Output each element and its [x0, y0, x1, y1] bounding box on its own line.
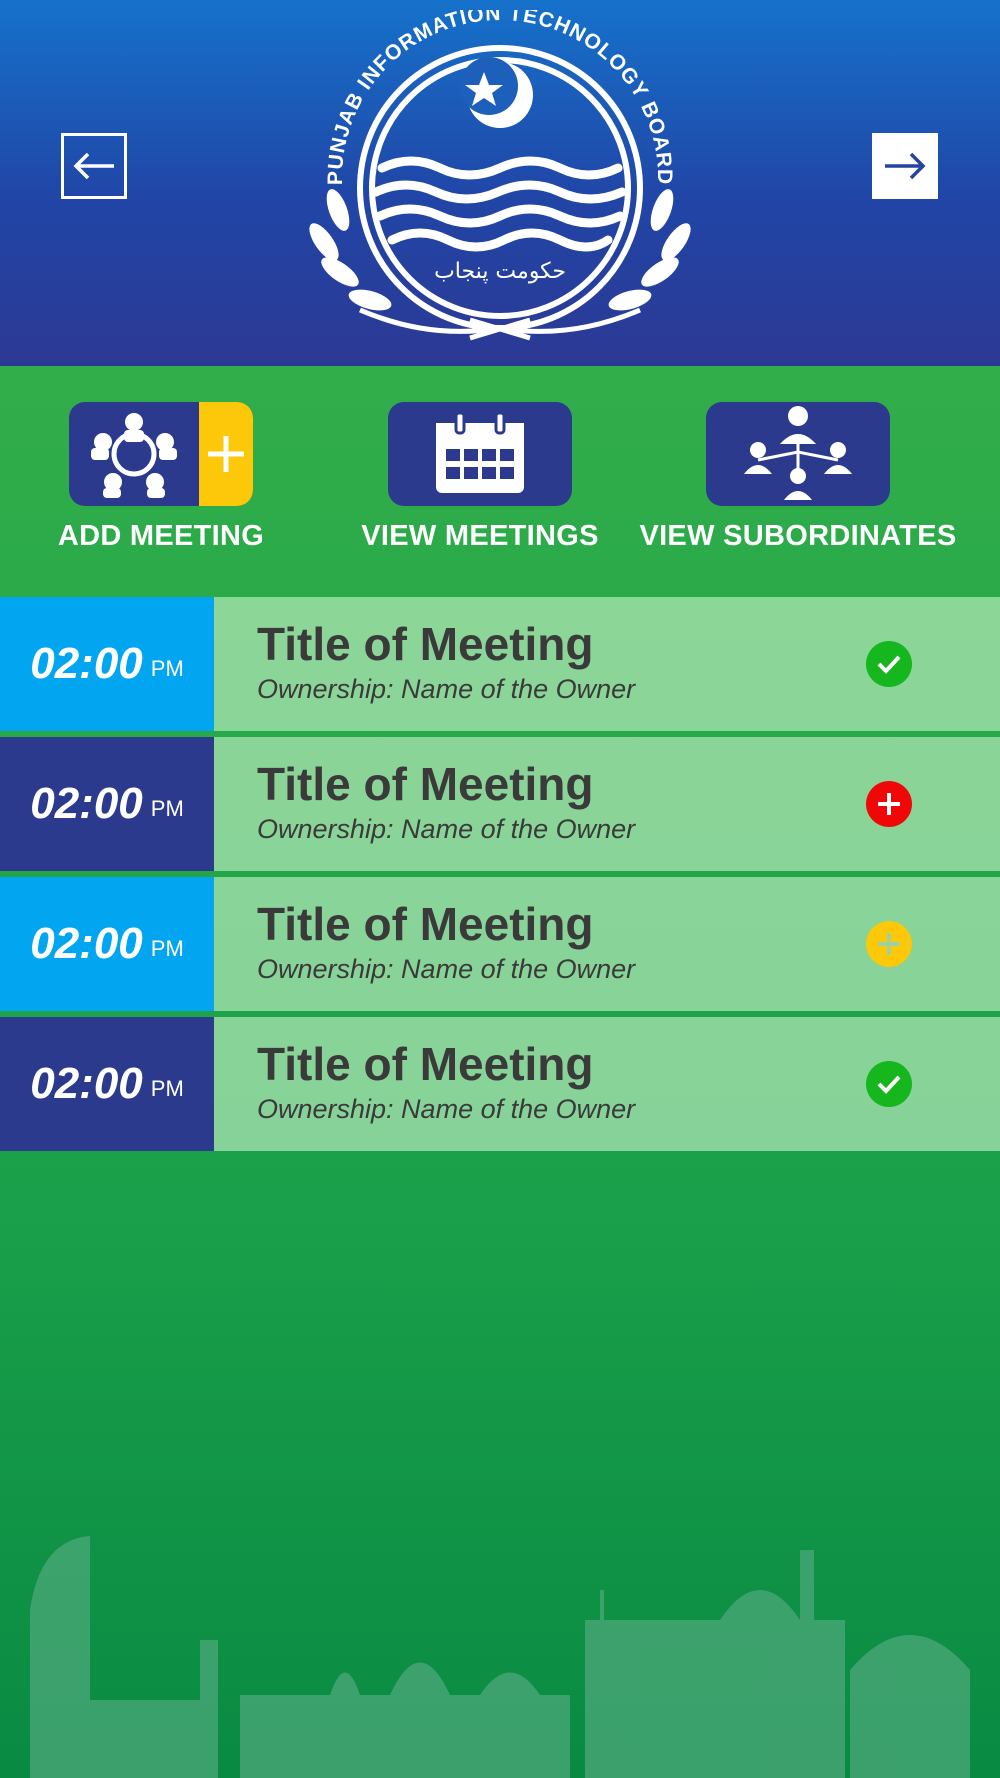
view-meetings-button[interactable]: VIEW MEETINGS — [350, 402, 610, 562]
logo-urdu-text: حکومت پنجاب — [434, 259, 566, 284]
meeting-time: 02:00 PM — [0, 877, 214, 1011]
meeting-time: 02:00 PM — [0, 1017, 214, 1151]
time-value: 02:00 — [30, 1059, 143, 1108]
meeting-title: Title of Meeting — [257, 758, 594, 810]
meeting-owner: Ownership: Name of the Owner — [257, 814, 636, 844]
add-meeting-tile — [69, 402, 253, 506]
add-meeting-label: ADD MEETING — [57, 520, 265, 552]
add-meeting-icon — [91, 413, 177, 498]
time-value: 02:00 — [30, 919, 143, 968]
header: PUNJAB INFORMATION TECHNOLOGY BOARD حکوم… — [0, 0, 1000, 366]
status-check-icon — [866, 641, 912, 687]
status-plus-icon — [866, 781, 912, 827]
forward-button[interactable] — [872, 133, 938, 199]
time-ampm: PM — [150, 796, 184, 821]
plus-icon — [208, 436, 244, 472]
view-meetings-label: VIEW MEETINGS — [361, 520, 599, 552]
action-bar: ADD MEETING VIEW MEETINGS VIEW SUBORDINA… — [0, 366, 1000, 596]
meeting-row[interactable]: 02:00 PM Title of Meeting Ownership: Nam… — [0, 737, 1000, 871]
meeting-time: 02:00 PM — [0, 597, 214, 731]
meeting-time: 02:00 PM — [0, 737, 214, 871]
time-ampm: PM — [150, 1076, 184, 1101]
back-button[interactable] — [61, 133, 127, 199]
meeting-row[interactable]: 02:00 PM Title of Meeting Ownership: Nam… — [0, 1017, 1000, 1151]
meeting-info: Title of Meeting Ownership: Name of the … — [214, 737, 1000, 871]
time-ampm: PM — [150, 936, 184, 961]
org-chart-icon — [744, 406, 852, 500]
pitb-logo: PUNJAB INFORMATION TECHNOLOGY BOARD حکوم… — [309, 10, 691, 341]
calendar-icon — [436, 411, 524, 493]
meeting-info: Title of Meeting Ownership: Name of the … — [214, 1017, 1000, 1151]
meeting-info: Title of Meeting Ownership: Name of the … — [214, 877, 1000, 1011]
time-ampm: PM — [150, 656, 184, 681]
add-meeting-button[interactable]: ADD MEETING — [31, 402, 291, 562]
status-plus-icon — [866, 921, 912, 967]
meeting-title: Title of Meeting — [257, 898, 594, 950]
meeting-info: Title of Meeting Ownership: Name of the … — [214, 597, 1000, 731]
view-subordinates-tile — [706, 402, 890, 506]
meeting-owner: Ownership: Name of the Owner — [257, 1094, 636, 1124]
view-subordinates-label: VIEW SUBORDINATES — [639, 520, 957, 552]
meeting-title: Title of Meeting — [257, 1038, 594, 1090]
meeting-row[interactable]: 02:00 PM Title of Meeting Ownership: Nam… — [0, 877, 1000, 1011]
status-check-icon — [866, 1061, 912, 1107]
arrow-right-icon — [885, 152, 926, 180]
meeting-owner: Ownership: Name of the Owner — [257, 674, 636, 704]
arrow-left-icon — [73, 152, 114, 180]
meeting-row[interactable]: 02:00 PM Title of Meeting Ownership: Nam… — [0, 597, 1000, 731]
plus-strip — [199, 402, 253, 506]
time-value: 02:00 — [30, 779, 143, 828]
meeting-owner: Ownership: Name of the Owner — [257, 954, 636, 984]
view-meetings-tile — [388, 402, 572, 506]
time-value: 02:00 — [30, 639, 143, 688]
city-skyline-illustration — [30, 1536, 970, 1778]
meeting-title: Title of Meeting — [257, 618, 594, 670]
view-subordinates-button[interactable]: VIEW SUBORDINATES — [639, 402, 956, 562]
